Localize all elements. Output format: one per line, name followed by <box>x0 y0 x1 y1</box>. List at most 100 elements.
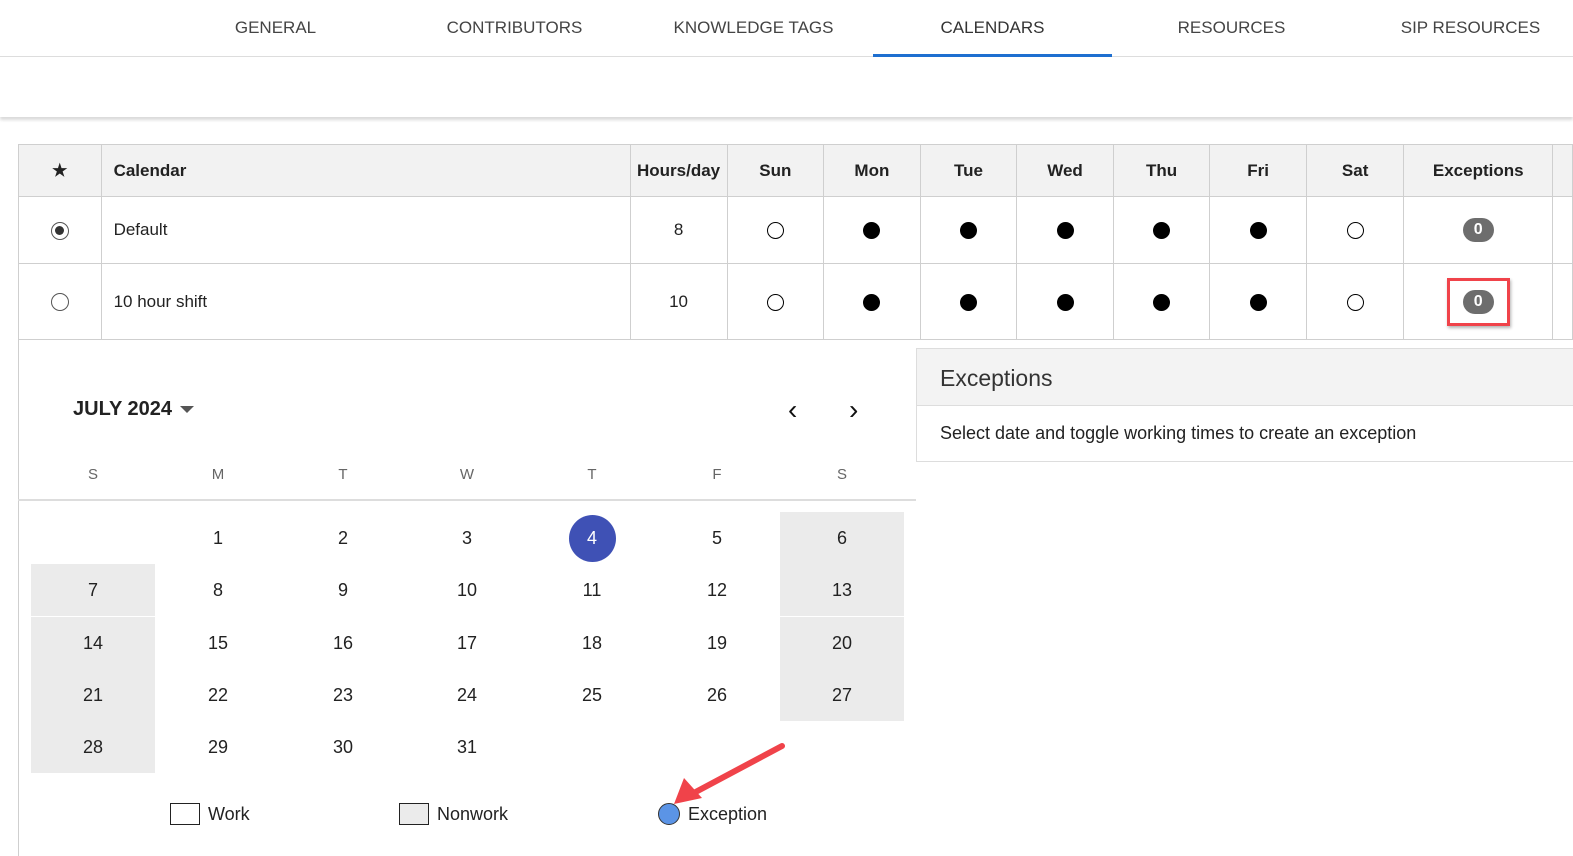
tab-general[interactable]: GENERAL <box>156 0 395 57</box>
calendar-day[interactable]: 28 <box>31 721 155 774</box>
calendar-day[interactable]: 25 <box>530 669 654 721</box>
workday-cell[interactable] <box>823 196 921 264</box>
default-radio[interactable] <box>50 293 69 312</box>
filled-circle-icon[interactable] <box>863 293 881 311</box>
calendar-day[interactable]: 26 <box>655 669 779 721</box>
filled-circle-icon[interactable] <box>1153 293 1171 311</box>
default-radio[interactable] <box>50 221 69 240</box>
calendar-day[interactable]: 12 <box>655 564 779 616</box>
calendar-day[interactable]: 14 <box>31 616 155 669</box>
exceptions-count-badge[interactable]: 0 <box>1462 289 1494 314</box>
weekday-header: W <box>459 466 475 483</box>
workday-cell[interactable] <box>1016 263 1114 340</box>
default-radio-cell[interactable] <box>18 196 102 264</box>
table-row[interactable]: Default 8 0 <box>18 196 1573 264</box>
filled-circle-icon[interactable] <box>1153 222 1171 240</box>
calendar-name: Default <box>100 196 631 264</box>
exceptions-cell[interactable]: 0 <box>1403 263 1554 340</box>
next-month-button[interactable]: › <box>849 394 858 426</box>
day-number: 27 <box>831 684 853 705</box>
filled-circle-icon[interactable] <box>1249 222 1267 240</box>
tab-calendars[interactable]: CALENDARS <box>873 0 1112 57</box>
calendar-day[interactable]: 9 <box>281 564 405 616</box>
calendar-day[interactable]: 24 <box>405 669 529 721</box>
filled-circle-icon[interactable] <box>1249 293 1267 311</box>
calendar-day[interactable]: 21 <box>31 668 155 721</box>
calendar-day[interactable]: 15 <box>156 617 280 669</box>
calendar-day[interactable]: 11 <box>530 564 654 616</box>
day-number: 5 <box>711 528 722 548</box>
day-number: 18 <box>581 632 603 653</box>
calendar-day[interactable]: 29 <box>156 721 280 773</box>
workday-cell[interactable] <box>726 263 825 340</box>
tab-sip-resources[interactable]: SIP RESOURCES <box>1351 0 1573 57</box>
tab-contributors[interactable]: CONTRIBUTORS <box>395 0 634 57</box>
legend-nonwork: Nonwork <box>399 803 508 825</box>
col-sun: Sun <box>726 144 825 197</box>
calendar-day[interactable]: 1 <box>156 512 280 564</box>
workday-cell[interactable] <box>1305 196 1405 264</box>
day-number: 3 <box>461 528 472 548</box>
col-exceptions: Exceptions <box>1403 144 1554 197</box>
col-thu: Thu <box>1112 144 1211 197</box>
workday-cell[interactable] <box>1016 196 1114 264</box>
empty-circle-icon[interactable] <box>766 293 784 311</box>
default-radio-cell[interactable] <box>18 263 102 340</box>
day-number: 14 <box>82 632 104 653</box>
calendar-day[interactable]: 2 <box>281 512 405 564</box>
day-number: 1 <box>212 528 223 548</box>
workday-cell[interactable] <box>1209 196 1307 264</box>
workday-cell[interactable] <box>823 263 921 340</box>
empty-circle-icon[interactable] <box>1346 222 1364 240</box>
tab-knowledge-tags[interactable]: KNOWLEDGE TAGS <box>634 0 873 57</box>
filled-circle-icon[interactable] <box>959 293 977 311</box>
calendar-day[interactable]: 3 <box>405 512 529 564</box>
day-number: 30 <box>332 737 354 758</box>
workday-cell[interactable] <box>1305 263 1405 340</box>
legend-label: Nonwork <box>437 803 509 824</box>
calendar-day[interactable]: 6 <box>780 512 904 564</box>
tab-resources[interactable]: RESOURCES <box>1112 0 1351 57</box>
calendar-day[interactable]: 10 <box>405 564 529 616</box>
filled-circle-icon[interactable] <box>1056 222 1074 240</box>
workday-cell[interactable] <box>1209 263 1307 340</box>
calendar-day[interactable]: 4 <box>530 512 654 564</box>
calendar-day[interactable]: 23 <box>281 669 405 721</box>
workday-cell[interactable] <box>1112 263 1211 340</box>
workday-cell[interactable] <box>726 196 825 264</box>
exceptions-cell[interactable]: 0 <box>1403 196 1554 264</box>
calendar-day[interactable]: 20 <box>780 616 904 669</box>
filled-circle-icon[interactable] <box>1056 293 1074 311</box>
empty-circle-icon[interactable] <box>1346 293 1364 311</box>
calendar-day[interactable]: 16 <box>281 617 405 669</box>
table-row[interactable]: 10 hour shift 10 0 <box>18 263 1573 340</box>
calendar-day[interactable]: 30 <box>281 721 405 773</box>
tab-bar: GENERAL CONTRIBUTORS KNOWLEDGE TAGS CALENDA… <box>0 0 1573 57</box>
empty-circle-icon[interactable] <box>766 222 784 240</box>
prev-month-button[interactable]: ‹ <box>788 394 797 426</box>
calendar-day[interactable]: 27 <box>780 668 904 721</box>
calendar-day[interactable]: 22 <box>156 669 280 721</box>
day-number: 12 <box>706 580 728 601</box>
filled-circle-icon[interactable] <box>959 222 977 240</box>
day-number: 4 <box>568 515 616 562</box>
workday-cell[interactable] <box>919 263 1018 340</box>
filled-circle-icon[interactable] <box>863 222 881 240</box>
exceptions-count-badge[interactable]: 0 <box>1462 218 1494 242</box>
calendar-day[interactable]: 19 <box>655 617 779 669</box>
calendar-day[interactable]: 8 <box>156 564 280 616</box>
calendar-day[interactable]: 13 <box>780 564 904 617</box>
work-swatch <box>170 803 200 825</box>
workday-cell[interactable] <box>1112 196 1211 264</box>
day-number: 15 <box>207 632 229 653</box>
header-band <box>0 57 1573 117</box>
calendar-day[interactable]: 7 <box>31 564 155 617</box>
month-selector[interactable]: JULY 2024 <box>73 398 194 421</box>
calendar-day[interactable]: 18 <box>530 617 654 669</box>
nonwork-swatch <box>399 803 429 825</box>
calendar-day[interactable]: 5 <box>655 512 779 564</box>
day-number: 16 <box>332 632 354 653</box>
workday-cell[interactable] <box>919 196 1018 264</box>
calendar-day[interactable]: 17 <box>405 617 529 669</box>
calendar-day[interactable]: 31 <box>405 721 529 773</box>
